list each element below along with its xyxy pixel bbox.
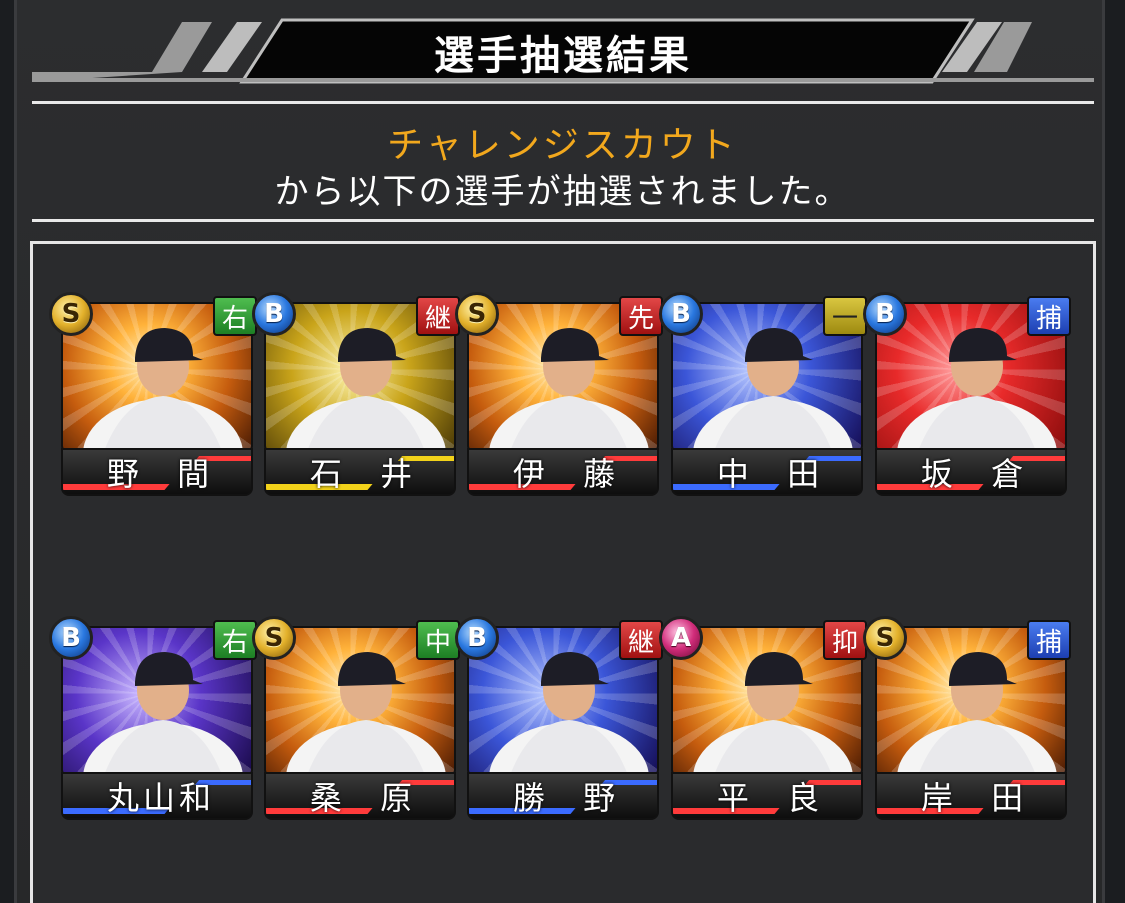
rank-badge: B [252,292,296,336]
player-name: 桑 原 [309,779,427,817]
player-name: 勝 野 [512,779,630,817]
position-badge: 継 [619,620,663,660]
player-name-bar: 丸山和 [61,772,253,820]
divider-bottom [32,219,1094,222]
player-name: 中 田 [716,455,834,493]
player-card[interactable]: 岸 田 S 捕 [863,616,1071,822]
rank-badge: S [252,616,296,660]
player-name: 平 良 [716,779,834,817]
rank-badge: A [659,616,703,660]
player-name: 丸山和 [106,779,215,817]
player-card[interactable]: 中 田 B 一 [659,292,867,498]
position-badge: 中 [416,620,460,660]
player-name-bar: 中 田 [671,448,863,496]
rank-badge: B [455,616,499,660]
position-badge: 捕 [1027,620,1071,660]
position-badge: 先 [619,296,663,336]
rank-badge: B [863,292,907,336]
player-card[interactable]: 石 井 B 継 [252,292,460,498]
player-card[interactable]: 丸山和 B 右 [49,616,257,822]
player-name-bar: 野 間 [61,448,253,496]
scout-name: チャレンジスカウト [387,125,738,166]
page-title: 選手抽選結果 [434,33,692,79]
player-name: 野 間 [106,455,224,493]
player-name-bar: 平 良 [671,772,863,820]
player-name: 坂 倉 [920,455,1038,493]
player-name: 石 井 [309,455,427,493]
player-card[interactable]: 伊 藤 S 先 [455,292,663,498]
player-name-bar: 桑 原 [264,772,456,820]
player-card[interactable]: 野 間 S 右 [49,292,257,498]
position-badge: 継 [416,296,460,336]
player-name: 岸 田 [920,779,1038,817]
player-name: 伊 藤 [512,455,630,493]
result-message: から以下の選手が抽選されました。 [274,172,851,212]
player-grid: 野 間 S 右 石 井 B 継 伊 藤 S 先 中 田 B 一 坂 倉 B 捕 … [30,241,1096,903]
rank-badge: S [49,292,93,336]
position-badge: 抑 [823,620,867,660]
player-name-bar: 勝 野 [467,772,659,820]
player-name-bar: 岸 田 [875,772,1067,820]
player-name-bar: 石 井 [264,448,456,496]
position-badge: 右 [213,620,257,660]
position-badge: 捕 [1027,296,1071,336]
rank-badge: B [49,616,93,660]
rank-badge: S [863,616,907,660]
divider-top [32,101,1094,104]
player-card[interactable]: 勝 野 B 継 [455,616,663,822]
rank-badge: B [659,292,703,336]
player-name-bar: 坂 倉 [875,448,1067,496]
player-card[interactable]: 桑 原 S 中 [252,616,460,822]
rank-badge: S [455,292,499,336]
player-card[interactable]: 平 良 A 抑 [659,616,867,822]
position-badge: 一 [823,296,867,336]
title-bar: 選手抽選結果 [32,16,1094,88]
position-badge: 右 [213,296,257,336]
result-panel: 選手抽選結果 チャレンジスカウト から以下の選手が抽選されました。 野 間 S … [0,0,1125,903]
player-card[interactable]: 坂 倉 B 捕 [863,292,1071,498]
player-name-bar: 伊 藤 [467,448,659,496]
